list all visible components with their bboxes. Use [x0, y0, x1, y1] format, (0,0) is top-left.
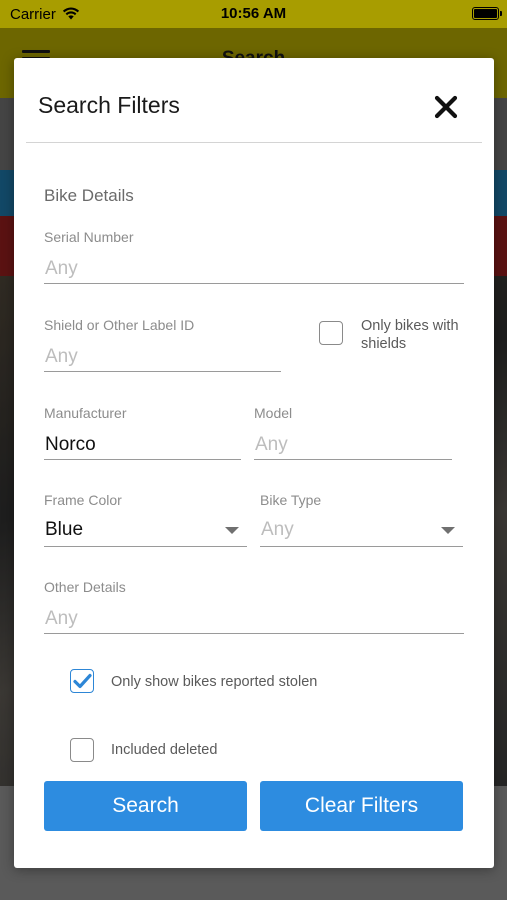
close-icon[interactable] [432, 93, 460, 121]
bike-type-field: Bike Type Any [260, 492, 463, 547]
battery-icon [472, 7, 502, 20]
bike-type-label: Bike Type [260, 492, 322, 508]
manufacturer-field: Manufacturer [44, 405, 241, 460]
other-details-input[interactable] [44, 604, 464, 634]
model-input[interactable] [254, 430, 452, 460]
shield-id-label: Shield or Other Label ID [44, 317, 195, 333]
frame-color-label: Frame Color [44, 492, 122, 508]
only-stolen-checkbox[interactable] [70, 669, 94, 693]
manufacturer-input[interactable] [44, 430, 241, 460]
bike-type-value: Any [261, 519, 294, 540]
checkmark-icon [72, 673, 92, 688]
modal-divider [26, 142, 482, 143]
only-shields-checkbox[interactable] [319, 321, 343, 345]
only-stolen-label[interactable]: Only show bikes reported stolen [111, 673, 317, 691]
status-bar: Carrier 10:56 AM [0, 0, 507, 28]
model-label: Model [254, 405, 293, 421]
model-field: Model [254, 405, 452, 460]
serial-number-field: Serial Number [44, 229, 464, 284]
manufacturer-label: Manufacturer [44, 405, 127, 421]
frame-color-select[interactable]: Blue [44, 517, 247, 547]
serial-number-input[interactable] [44, 254, 464, 284]
bike-type-select[interactable]: Any [260, 517, 463, 547]
section-title: Bike Details [44, 186, 134, 205]
chevron-down-icon [441, 527, 455, 534]
shield-id-input[interactable] [44, 342, 281, 372]
modal-title: Search Filters [38, 92, 180, 118]
shield-id-field: Shield or Other Label ID [44, 317, 281, 372]
frame-color-field: Frame Color Blue [44, 492, 247, 547]
clear-filters-button[interactable]: Clear Filters [260, 781, 463, 831]
other-details-field: Other Details [44, 579, 464, 634]
only-shields-label[interactable]: Only bikes with shields [361, 317, 461, 353]
frame-color-value: Blue [45, 519, 84, 540]
search-filters-modal: Search Filters Bike Details Serial Numbe… [14, 58, 494, 868]
chevron-down-icon [225, 527, 239, 534]
search-button[interactable]: Search [44, 781, 247, 831]
clock: 10:56 AM [220, 5, 287, 22]
include-deleted-label[interactable]: Included deleted [111, 741, 217, 759]
include-deleted-checkbox[interactable] [70, 738, 94, 762]
other-details-label: Other Details [44, 579, 126, 595]
serial-number-label: Serial Number [44, 229, 134, 245]
